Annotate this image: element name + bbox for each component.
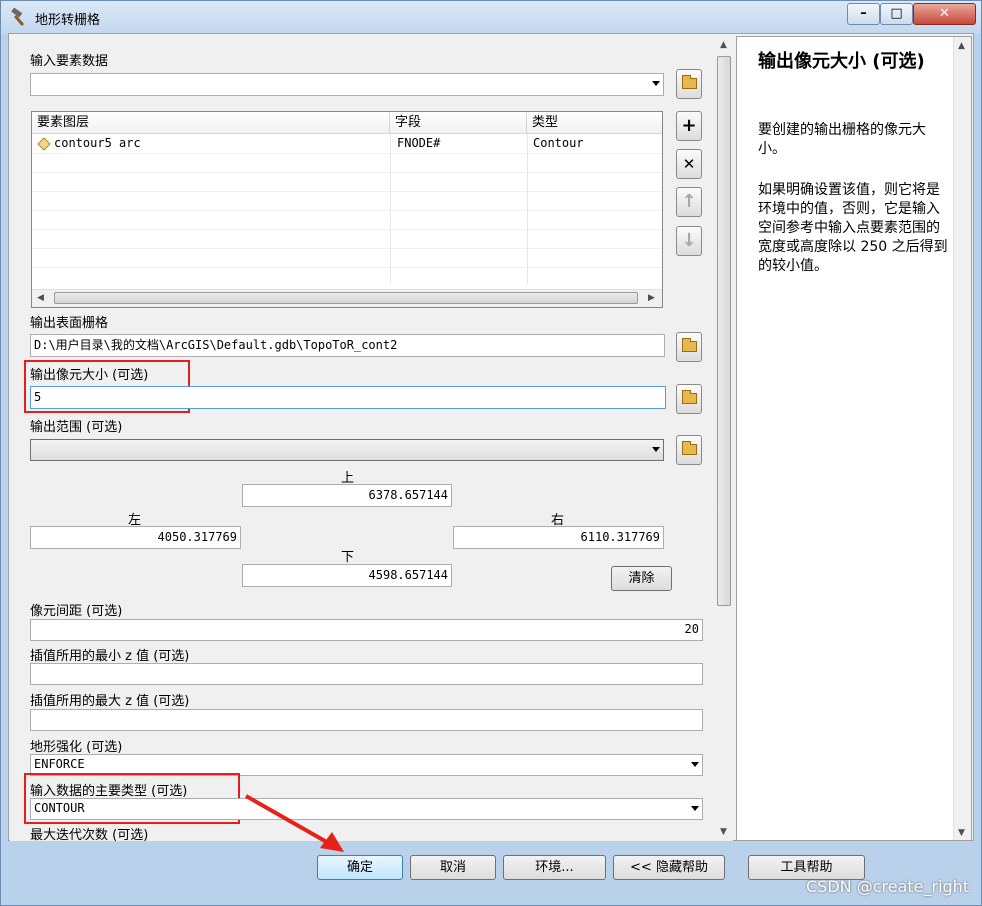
minimize-icon: – [860,6,867,21]
extent-combo[interactable] [30,439,664,461]
browse-cell-size-button[interactable] [676,384,702,414]
close-button[interactable]: ✕ [913,3,976,25]
plus-icon: + [681,115,697,136]
help-title: 输出像元大小 (可选) [758,51,925,72]
cell-field: FNODE# [397,136,441,150]
output-surface-label: 输出表面栅格 [30,316,109,331]
extent-bottom-input[interactable]: 4598.657144 [242,564,452,587]
help-vertical-scrollbar[interactable]: ▲ ▼ [953,37,971,840]
browse-extent-button[interactable] [676,435,702,465]
chevron-down-icon [652,447,660,452]
parameters-scroll-thumb[interactable] [717,56,731,606]
row-divider [32,191,662,192]
column-header-type[interactable]: 类型 [527,112,662,134]
minimize-button[interactable]: – [847,3,880,25]
row-divider [32,229,662,230]
extent-left-input[interactable]: 4050.317769 [30,526,241,549]
environments-button[interactable]: 环境... [503,855,606,880]
scroll-up-icon[interactable]: ▲ [720,40,727,50]
folder-icon [682,338,697,352]
browse-input-features-button[interactable] [676,69,702,99]
extent-top-input[interactable]: 6378.657144 [242,484,452,507]
close-icon: ✕ [939,6,950,21]
extent-label: 输出范围 (可选) [30,420,123,435]
arrow-up-icon: ↑ [681,191,697,212]
row-divider [32,153,662,154]
hammer-icon [11,8,25,27]
row-divider [32,172,662,173]
annotation-arrow-icon [245,794,344,852]
extent-bottom-label: 下 [341,550,355,565]
scroll-up-icon[interactable]: ▲ [958,41,965,51]
folder-icon [682,75,697,89]
enforce-label: 地形强化 (可选) [30,740,123,755]
margin-input[interactable]: 20 [30,619,703,641]
cell-size-input[interactable]: 5 [30,386,666,409]
cell-type: Contour [533,136,584,150]
title-bar[interactable]: 地形转栅格 – □ ✕ [1,1,981,34]
column-divider [527,134,528,284]
scroll-down-icon[interactable]: ▼ [720,827,727,837]
watermark: CSDN @create_right [806,877,970,896]
data-type-value: CONTOUR [34,801,85,815]
max-z-label: 插值所用的最大 z 值 (可选) [30,694,190,709]
column-header-layer[interactable]: 要素图层 [32,112,390,134]
cancel-button[interactable]: 取消 [410,855,496,880]
hide-help-button[interactable]: << 隐藏帮助 [613,855,725,880]
min-z-input[interactable] [30,663,703,685]
data-type-combo[interactable]: CONTOUR [30,798,703,820]
help-panel: 输出像元大小 (可选) 要创建的输出栅格的像元大小。 如果明确设置该值，则它将是… [736,36,972,841]
parameters-panel: 输入要素数据 要素图层 字段 类型 contour5 arc FNODE# Co… [10,36,733,843]
move-down-button[interactable]: ↓ [676,226,702,256]
chevron-down-icon [691,806,699,811]
maximize-button[interactable]: □ [880,3,913,25]
help-paragraph: 如果明确设置该值，则它将是环境中的值，否则，它是输入空间参考中输入点要素范围的宽… [758,182,948,274]
row-divider [32,210,662,211]
line-layer-icon [37,137,51,151]
column-header-field[interactable]: 字段 [390,112,527,134]
table-horizontal-scrollbar[interactable]: ◀ ▶ [32,289,662,307]
scroll-right-icon[interactable]: ▶ [648,293,655,303]
enforce-value: ENFORCE [34,757,85,771]
row-divider [32,267,662,268]
max-z-input[interactable] [30,709,703,731]
table-scroll-thumb[interactable] [54,292,638,304]
column-divider [390,134,391,284]
features-table[interactable]: 要素图层 字段 类型 contour5 arc FNODE# Contour ◀… [31,111,663,308]
scroll-left-icon[interactable]: ◀ [37,293,44,303]
remove-row-button[interactable]: ✕ [676,149,702,179]
arrow-down-icon: ↓ [681,230,697,251]
help-paragraph: 要创建的输出栅格的像元大小。 [758,122,926,157]
window-title: 地形转栅格 [35,13,101,28]
cell-size-label: 输出像元大小 (可选) [30,368,149,383]
extent-right-input[interactable]: 6110.317769 [453,526,664,549]
parameters-vertical-scrollbar[interactable]: ▲ ▼ [716,36,733,841]
folder-icon [682,390,697,404]
clear-button[interactable]: 清除 [611,566,672,591]
data-type-label: 输入数据的主要类型 (可选) [30,784,188,799]
margin-label: 像元间距 (可选) [30,604,123,619]
move-up-button[interactable]: ↑ [676,187,702,217]
browse-output-surface-button[interactable] [676,332,702,362]
output-surface-input[interactable]: D:\用户目录\我的文档\ArcGIS\Default.gdb\TopoToR_… [30,334,665,357]
cell-layer: contour5 arc [54,136,141,150]
chevron-down-icon [652,81,660,86]
min-z-label: 插值所用的最小 z 值 (可选) [30,649,190,664]
chevron-down-icon [691,762,699,767]
maximize-icon: □ [890,6,903,21]
scroll-down-icon[interactable]: ▼ [958,828,965,838]
add-row-button[interactable]: + [676,111,702,141]
close-icon: ✕ [682,155,696,173]
folder-icon [682,441,697,455]
iterations-label: 最大迭代次数 (可选) [30,828,149,843]
input-features-combo[interactable] [30,73,664,96]
row-divider [32,248,662,249]
input-features-label: 输入要素数据 [30,54,109,69]
